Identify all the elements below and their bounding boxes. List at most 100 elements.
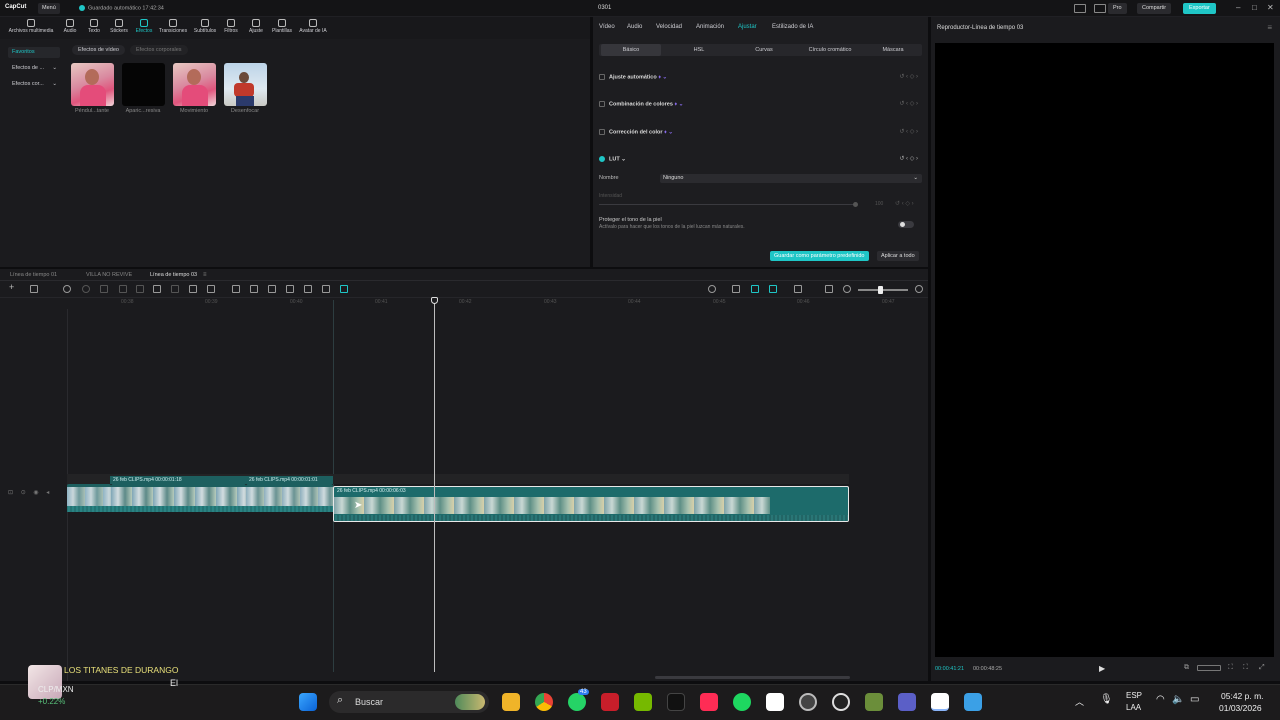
add-icon[interactable]: + bbox=[9, 282, 17, 292]
pro-button[interactable]: Pro bbox=[1108, 3, 1127, 14]
clock-time[interactable]: 05:42 p. m. bbox=[1221, 691, 1264, 701]
marker-icon[interactable] bbox=[171, 285, 179, 293]
tool-ai-avatar[interactable]: Avatar de IA bbox=[297, 19, 329, 34]
tab-adjust[interactable]: Ajustar bbox=[738, 24, 757, 30]
crop-icon[interactable] bbox=[189, 285, 197, 293]
tiktok-studio-icon[interactable] bbox=[700, 693, 718, 711]
play-icon[interactable]: ▶ bbox=[1099, 664, 1105, 673]
keyboard-icon[interactable] bbox=[1094, 4, 1106, 13]
video-preview[interactable] bbox=[935, 43, 1274, 657]
battery-icon[interactable]: ▭ bbox=[1190, 694, 1199, 705]
zoom-out-icon[interactable] bbox=[843, 285, 851, 293]
select-tool-icon[interactable] bbox=[30, 285, 38, 293]
reset-icon[interactable]: ↺ ‹ ◇ › bbox=[899, 155, 918, 162]
crop-icon[interactable]: ⧉ bbox=[1184, 664, 1189, 672]
delete-icon[interactable] bbox=[153, 285, 161, 293]
chevron-up-icon[interactable]: ︿ bbox=[1075, 695, 1084, 708]
tab-ai-style[interactable]: Estilizado de IA bbox=[772, 24, 813, 30]
skin-tone-toggle[interactable] bbox=[898, 221, 914, 228]
tab-speed[interactable]: Velocidad bbox=[656, 24, 682, 30]
tab-timeline-03[interactable]: Línea de tiempo 03 bbox=[150, 272, 197, 278]
effect-thumbnail[interactable] bbox=[224, 63, 267, 106]
reset-icon[interactable]: ↺ ‹ ◇ › bbox=[899, 100, 918, 107]
capcut-active-icon[interactable] bbox=[931, 693, 949, 711]
sidebar-item-video-effects[interactable]: Efectos de ... ⌄ bbox=[8, 63, 60, 74]
whatsapp-icon[interactable] bbox=[568, 693, 586, 711]
horizontal-scrollbar[interactable] bbox=[655, 676, 850, 679]
rotate-icon[interactable] bbox=[268, 285, 276, 293]
intensity-slider-knob[interactable] bbox=[853, 202, 858, 207]
teams-icon[interactable] bbox=[898, 693, 916, 711]
language-layout[interactable]: LAA bbox=[1126, 703, 1141, 712]
reset-icon[interactable]: ↺ ‹ ◇ › bbox=[895, 200, 914, 207]
clock-date[interactable]: 01/03/2026 bbox=[1219, 703, 1262, 713]
wifi-icon[interactable]: ◠ bbox=[1156, 694, 1165, 705]
file-explorer-icon[interactable] bbox=[502, 693, 520, 711]
ticker-name[interactable]: CLP/MXN bbox=[38, 685, 74, 694]
tab-audio[interactable]: Audio bbox=[627, 24, 642, 30]
subtab-hsl[interactable]: HSL bbox=[669, 44, 729, 56]
list-icon[interactable]: ≡ bbox=[203, 272, 207, 278]
tool-media[interactable]: Archivos multimedia bbox=[5, 19, 57, 34]
maximize-icon[interactable]: □ bbox=[1252, 3, 1257, 12]
tab-animation[interactable]: Animación bbox=[696, 24, 724, 30]
undo-icon[interactable] bbox=[63, 285, 71, 293]
tool-filters[interactable]: Filtros bbox=[221, 19, 241, 34]
tab-video[interactable]: Vídeo bbox=[599, 24, 615, 30]
effect-thumbnail[interactable] bbox=[173, 63, 216, 106]
checkbox[interactable] bbox=[599, 101, 605, 107]
apply-all-button[interactable]: Aplicar a todo bbox=[877, 251, 919, 261]
caption-icon[interactable] bbox=[825, 285, 833, 293]
nvidia-icon[interactable] bbox=[634, 693, 652, 711]
split-icon[interactable] bbox=[100, 285, 108, 293]
menu-icon[interactable]: ≡ bbox=[1267, 23, 1272, 32]
tool-templates[interactable]: Plantillas bbox=[269, 19, 295, 34]
tab-timeline-01[interactable]: Línea de tiempo 01 bbox=[10, 272, 57, 278]
app-red-icon[interactable] bbox=[601, 693, 619, 711]
minecraft-icon[interactable] bbox=[865, 693, 883, 711]
intensity-value[interactable]: 100 bbox=[875, 201, 883, 207]
zoom-in-icon[interactable] bbox=[915, 285, 923, 293]
subtitle-icon[interactable] bbox=[304, 285, 312, 293]
reset-icon[interactable]: ↺ ‹ ◇ › bbox=[899, 128, 918, 135]
tab-body-effects[interactable]: Efectos corporales bbox=[130, 45, 188, 55]
search-box[interactable]: ⌕ Buscar bbox=[329, 691, 489, 713]
sidebar-item-body-effects[interactable]: Efectos cor... ⌄ bbox=[8, 79, 60, 90]
subtab-basic[interactable]: Básico bbox=[601, 44, 661, 56]
link-icon[interactable] bbox=[732, 285, 740, 293]
lut-row[interactable]: LUT ⌄ bbox=[599, 156, 626, 162]
subtab-mask[interactable]: Máscara bbox=[865, 44, 921, 56]
checkbox-checked[interactable] bbox=[599, 156, 605, 162]
playhead[interactable] bbox=[434, 300, 435, 672]
expand-icon[interactable]: ⤢ bbox=[1259, 664, 1265, 672]
split-left-icon[interactable] bbox=[119, 285, 127, 293]
image-icon[interactable] bbox=[322, 285, 330, 293]
track-controls-icon[interactable]: ⊡ ⊙ ◉ ◂ bbox=[8, 489, 52, 496]
subtab-curves[interactable]: Curvas bbox=[734, 44, 794, 56]
tool-text[interactable]: Texto bbox=[84, 19, 104, 34]
chrome-icon[interactable] bbox=[535, 693, 553, 711]
ai-tool-icon[interactable] bbox=[340, 285, 348, 293]
ratio-button[interactable] bbox=[1197, 665, 1221, 671]
speed-icon[interactable] bbox=[207, 285, 215, 293]
tool-adjust[interactable]: Ajuste bbox=[246, 19, 266, 34]
spotify-icon[interactable] bbox=[733, 693, 751, 711]
notepad-icon[interactable] bbox=[964, 693, 982, 711]
zoom-slider-knob[interactable] bbox=[878, 286, 883, 294]
zoom-slider[interactable] bbox=[858, 289, 908, 291]
sidebar-item-favorites[interactable]: Favoritos bbox=[8, 47, 60, 58]
share-button[interactable]: Compartir bbox=[1137, 3, 1172, 14]
windows-start-icon[interactable] bbox=[299, 693, 317, 711]
fullscreen-icon[interactable]: ⛶ bbox=[1243, 664, 1248, 672]
lut-name-select[interactable]: Ninguno ⌄ bbox=[660, 174, 922, 183]
obs-icon[interactable] bbox=[799, 693, 817, 711]
mirror-icon[interactable] bbox=[250, 285, 258, 293]
tool-effects[interactable]: Efectos bbox=[133, 19, 155, 34]
tool-subtitles[interactable]: Subtítulos bbox=[191, 19, 219, 34]
checkbox[interactable] bbox=[599, 74, 605, 80]
music-title[interactable]: LOS TITANES DE DURANGO bbox=[64, 665, 178, 675]
split-right-icon[interactable] bbox=[136, 285, 144, 293]
intensity-slider[interactable] bbox=[599, 204, 857, 205]
color-match-row[interactable]: Combinación de colores ♦ ⌄ bbox=[599, 101, 683, 107]
microphone-icon[interactable]: 🎙 bbox=[1100, 694, 1113, 705]
